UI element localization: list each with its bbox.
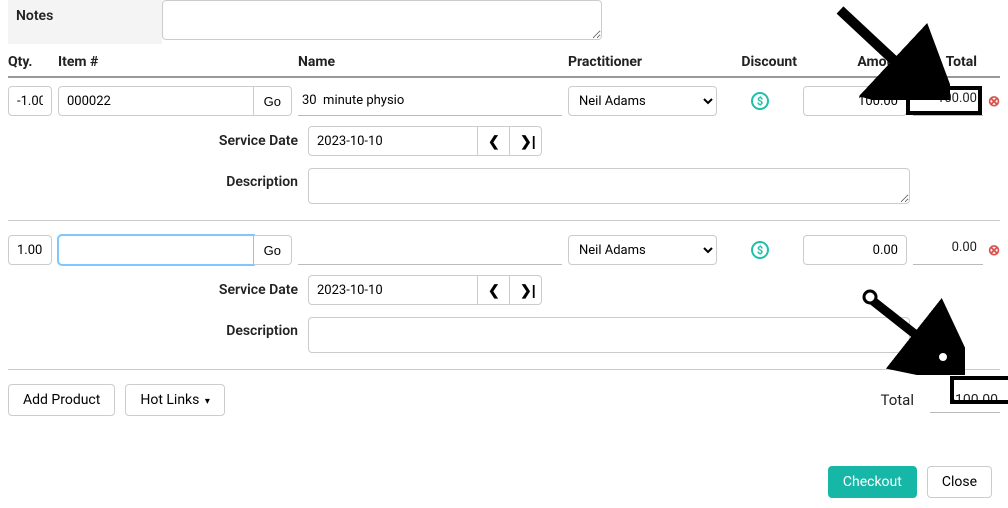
hot-links-label: Hot Links [140,392,199,408]
header-amount: Amount [803,54,913,70]
qty-input[interactable] [8,235,52,265]
service-date-input[interactable] [308,126,478,156]
service-date-label: Service Date [8,282,308,298]
amount-input[interactable] [803,235,907,265]
discount-icon[interactable]: $ [751,241,769,259]
description-textarea[interactable] [308,317,910,353]
practitioner-select[interactable]: Neil Adams [568,86,717,116]
total-footer-label: Total [881,391,915,409]
line-item-row: Go Neil Adams $ -100.00 ⊗ [8,78,1000,120]
delete-line-icon[interactable]: ⊗ [988,241,1001,259]
description-label: Description [8,317,308,339]
date-last-button[interactable]: ❯| [510,275,542,305]
header-qty: Qty. [8,54,58,70]
date-prev-button[interactable]: ❮ [478,126,510,156]
line-total-value: -100.00 [913,86,983,116]
delete-line-icon[interactable]: ⊗ [988,92,1001,110]
line-items-header: Qty. Item # Name Practitioner Discount A… [8,44,1000,78]
service-date-label: Service Date [8,133,308,149]
item-go-button[interactable]: Go [254,86,292,116]
service-date-input[interactable] [308,275,478,305]
add-product-button[interactable]: Add Product [8,384,115,416]
item-number-input[interactable] [58,235,254,265]
caret-down-icon: ▾ [205,396,210,407]
date-last-button[interactable]: ❯| [510,126,542,156]
item-name-input[interactable] [298,86,562,116]
item-number-input[interactable] [58,86,254,116]
item-go-button[interactable]: Go [254,235,292,265]
item-name-input[interactable] [298,235,562,265]
header-discount: Discount [723,54,803,70]
qty-input[interactable] [8,86,52,116]
amount-input[interactable] [803,86,907,116]
description-label: Description [8,168,308,190]
notes-textarea[interactable] [162,0,602,40]
checkout-button[interactable]: Checkout [828,466,917,498]
close-button[interactable]: Close [927,466,992,498]
header-total: Total [913,54,983,70]
header-name: Name [298,54,568,70]
header-item-no: Item # [58,54,298,70]
line-total-value: 0.00 [913,235,983,265]
discount-icon[interactable]: $ [751,92,769,110]
line-item-row: Go Neil Adams $ 0.00 ⊗ [8,227,1000,269]
hot-links-dropdown[interactable]: Hot Links ▾ [125,384,225,416]
grand-total-value: -100.00 [930,388,1000,413]
header-practitioner: Practitioner [568,54,723,70]
description-textarea[interactable] [308,168,910,204]
notes-label: Notes [8,0,162,44]
date-prev-button[interactable]: ❮ [478,275,510,305]
practitioner-select[interactable]: Neil Adams [568,235,717,265]
